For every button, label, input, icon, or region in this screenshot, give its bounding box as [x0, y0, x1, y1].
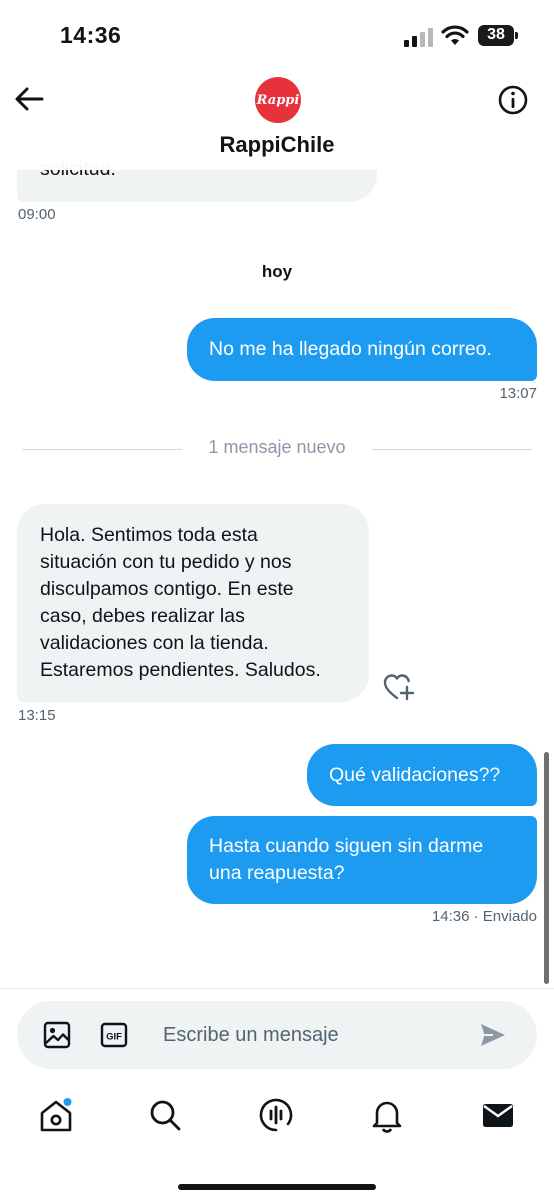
search-icon[interactable] — [147, 1097, 183, 1133]
scrollbar[interactable] — [544, 752, 549, 984]
message-bubble-outgoing[interactable]: Qué validaciones?? — [307, 744, 537, 806]
message-composer: GIF — [17, 1001, 537, 1069]
status-time: 14:36 — [60, 22, 122, 48]
message-timestamp: 13:15 — [18, 707, 56, 724]
envelope-icon[interactable] — [480, 1097, 516, 1133]
divider — [0, 988, 554, 989]
divider-line — [372, 449, 532, 450]
cellular-signal-icon — [404, 28, 433, 47]
bell-icon[interactable] — [369, 1097, 405, 1133]
send-icon[interactable] — [479, 1021, 507, 1049]
message-text: Qué validaciones?? — [329, 764, 501, 786]
home-indicator — [178, 1184, 376, 1190]
new-messages-divider: 1 mensaje nuevo — [22, 437, 532, 457]
message-bubble-incoming[interactable]: Hola. Sentimos toda esta situación con t… — [17, 504, 369, 702]
heart-plus-icon[interactable] — [383, 672, 415, 702]
info-icon[interactable] — [497, 84, 529, 116]
new-messages-label: 1 mensaje nuevo — [208, 437, 346, 457]
arrow-left-icon[interactable] — [12, 84, 48, 114]
status-bar: 14:36 38 — [0, 0, 554, 70]
message-text: No me ha llegado ningún correo. — [209, 338, 492, 360]
conversation-title[interactable]: RappiChile — [0, 132, 554, 158]
avatar[interactable]: Rappi — [255, 77, 301, 123]
home-icon[interactable] — [38, 1097, 74, 1133]
avatar-logo-text: Rappi — [256, 92, 300, 108]
message-bubble-outgoing[interactable]: No me ha llegado ningún correo. — [187, 318, 537, 381]
message-status-timestamp: 14:36 · Enviado — [431, 908, 537, 925]
svg-text:GIF: GIF — [106, 1032, 122, 1043]
battery-icon: 38 — [478, 25, 518, 46]
spaces-icon[interactable] — [258, 1097, 294, 1133]
day-separator: hoy — [261, 262, 293, 281]
message-timestamp: 09:00 — [18, 206, 56, 223]
conversation-header: Rappi RappiChile — [0, 70, 554, 170]
message-text: Hasta cuando siguen sin darme una reapue… — [209, 835, 484, 884]
message-timestamp: 13:07 — [499, 385, 537, 402]
message-input[interactable] — [163, 1019, 463, 1051]
gif-icon[interactable]: GIF — [100, 1021, 128, 1049]
battery-level: 38 — [487, 26, 505, 43]
wifi-icon — [441, 25, 469, 45]
message-text: Hola. Sentimos toda esta situación con t… — [40, 524, 321, 681]
message-bubble-outgoing[interactable]: Hasta cuando siguen sin darme una reapue… — [187, 816, 537, 904]
image-icon[interactable] — [43, 1021, 71, 1049]
